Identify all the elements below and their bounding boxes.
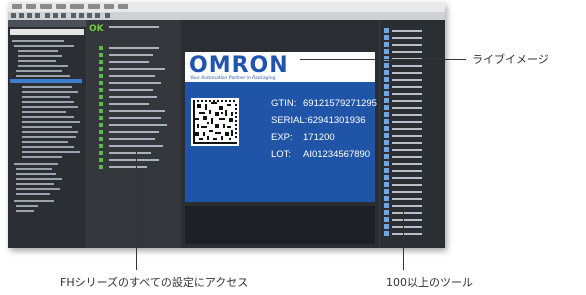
- tree-search-input[interactable]: [10, 29, 84, 35]
- settings-access-callout: FHシリーズのすべての設定にアクセス: [60, 276, 249, 289]
- toolbox-pane[interactable]: [380, 20, 445, 248]
- brand-tagline: Your Automation Partner in Packaging: [190, 76, 276, 81]
- tools-leader-line: [403, 210, 404, 270]
- settings-leader-line: [136, 152, 137, 270]
- gtin-label: GTIN:: [271, 98, 297, 109]
- lot-value: AI01234567890: [303, 149, 371, 160]
- tools-callout: 100以上のツール: [386, 276, 473, 289]
- software-window: OK OMRON Your Automation Partner in Pack…: [8, 2, 445, 248]
- gtin-value: 69121579271295: [303, 98, 377, 109]
- settings-tree-pane[interactable]: [8, 20, 86, 248]
- serial-line: SERIAL:62941301936: [271, 115, 366, 126]
- live-image-callout: ライブイメージ: [472, 53, 549, 66]
- menu-bar[interactable]: [8, 2, 445, 12]
- toolbar[interactable]: [8, 12, 445, 20]
- datamatrix-code: [191, 98, 239, 146]
- exp-label: EXP:: [271, 132, 293, 143]
- result-detail-panel[interactable]: [185, 206, 375, 244]
- brand-banner: OMRON Your Automation Partner in Packagi…: [185, 52, 375, 82]
- serial-value: 62941301936: [307, 115, 366, 126]
- ok-status-label: OK: [89, 24, 104, 34]
- lot-line: LOT: AI01234567890: [271, 149, 370, 160]
- live-image: OMRON Your Automation Partner in Packagi…: [185, 52, 377, 202]
- image-viewer-pane[interactable]: OMRON Your Automation Partner in Packagi…: [181, 20, 379, 248]
- serial-label: SERIAL:: [271, 115, 308, 126]
- exp-line: EXP: 171200: [271, 132, 335, 143]
- tree-pane-header: [8, 20, 86, 27]
- omron-logo: OMRON: [189, 53, 289, 78]
- tree-item-selected[interactable]: [10, 79, 82, 83]
- gtin-line: GTIN: 69121579271295: [271, 98, 377, 109]
- exp-value: 171200: [303, 132, 335, 143]
- live-image-leader-line: [300, 59, 466, 60]
- lot-label: LOT:: [271, 149, 292, 160]
- flow-list-pane[interactable]: OK: [87, 20, 181, 248]
